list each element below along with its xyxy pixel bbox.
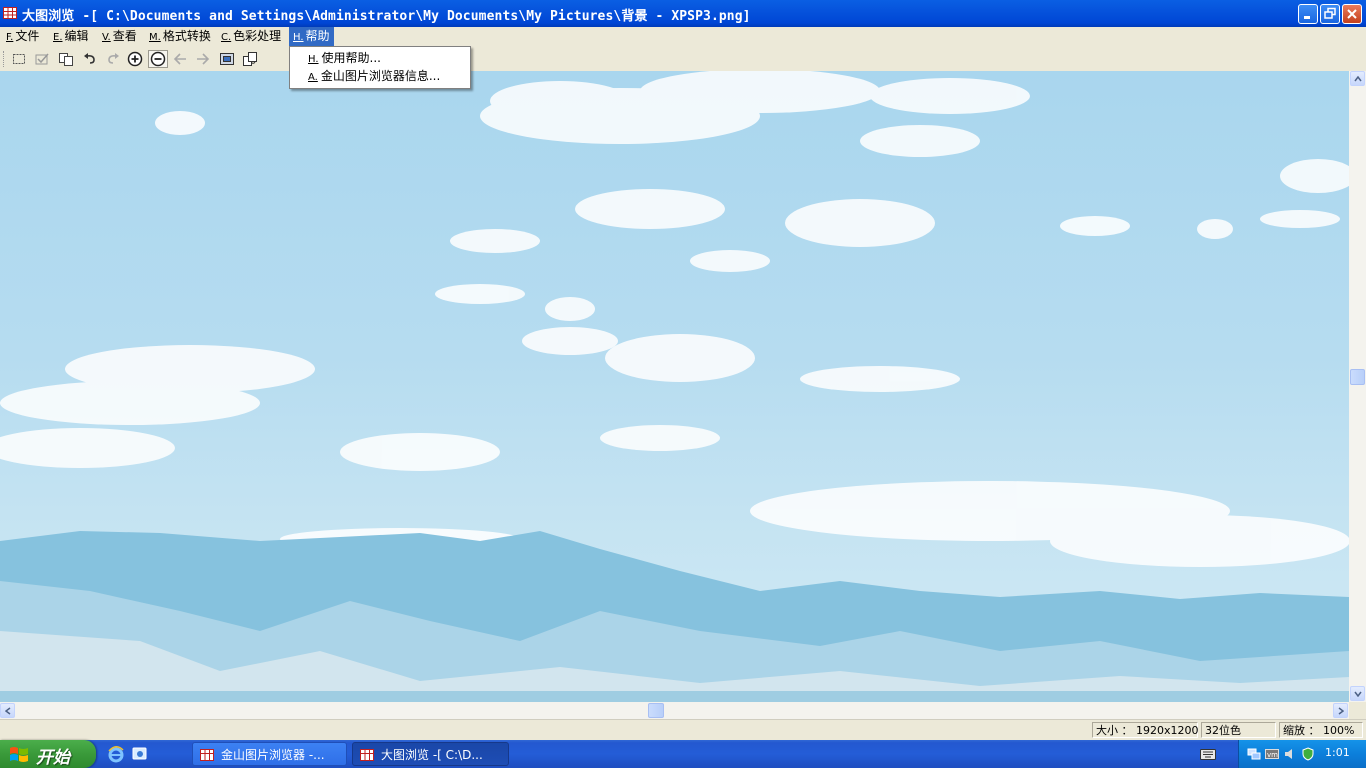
copy-icon [59, 53, 73, 66]
undo-button[interactable] [80, 50, 100, 68]
fit-window-button[interactable] [217, 50, 237, 68]
copy-button[interactable] [56, 50, 76, 68]
minimize-button[interactable] [1298, 4, 1318, 24]
restore-button[interactable] [1320, 4, 1340, 24]
menu-label: 编辑 [64, 29, 89, 43]
menu-format-convert[interactable]: M. 格式转换 [145, 27, 215, 47]
vmware-tools-icon[interactable]: vm [1265, 747, 1279, 761]
task-button-kingsoft-viewer[interactable]: 金山图片浏览器 -... [192, 742, 347, 766]
scroll-left-button[interactable] [0, 703, 15, 718]
status-zoom: 缩放 ： 100% [1279, 722, 1363, 738]
zoom-in-button[interactable] [125, 50, 145, 68]
menu-item-about[interactable]: A. 金山图片浏览器信息... [308, 67, 440, 85]
menu-label: 色彩处理 [233, 29, 282, 43]
chevron-left-icon [4, 706, 10, 715]
status-bar: 大小 ： 1920x1200 32位色 缩放 ： 100% [0, 719, 1366, 741]
app-icon [200, 749, 214, 761]
chevron-down-icon [1353, 691, 1362, 697]
restore-icon [1324, 7, 1336, 19]
scroll-right-button[interactable] [1333, 703, 1348, 718]
keyboard-icon[interactable] [1200, 749, 1216, 760]
windows-logo-icon [10, 747, 28, 762]
app-icon [3, 7, 17, 19]
start-button[interactable]: 开始 [0, 740, 96, 768]
vertical-scroll-thumb[interactable] [1350, 369, 1365, 385]
menu-edit[interactable]: E. 编辑 [49, 27, 93, 47]
chevron-right-icon [1338, 706, 1344, 715]
status-color-depth: 32位色 [1201, 722, 1276, 738]
rotate-icon [243, 52, 257, 66]
zoom-in-icon [127, 51, 143, 67]
menu-label: 帮助 [305, 29, 330, 43]
menu-accelerator: C. [221, 32, 232, 43]
title-bar[interactable]: 大图浏览 -[ C:\Documents and Settings\Admini… [0, 0, 1366, 27]
menu-label: 金山图片浏览器信息... [320, 69, 441, 83]
menu-accelerator: V. [102, 32, 111, 43]
task-label: 大图浏览 -[ C:\D... [381, 748, 483, 762]
zoom-out-button[interactable] [148, 50, 168, 68]
menu-accelerator: H. [308, 54, 319, 65]
app-icon [360, 749, 374, 761]
system-tray: vm 1:01 [1238, 740, 1366, 768]
close-icon [1347, 9, 1357, 19]
rotate-button[interactable] [240, 50, 260, 68]
clock: 1:01 [1325, 746, 1350, 759]
menu-accelerator: H. [293, 32, 304, 43]
check-icon [35, 53, 49, 65]
zoom-out-icon [150, 51, 166, 67]
next-arrow-icon [197, 53, 210, 65]
help-dropdown: H. 使用帮助... A. 金山图片浏览器信息... [289, 46, 471, 89]
check-button[interactable] [32, 50, 52, 68]
menu-item-usage-help[interactable]: H. 使用帮助... [308, 49, 381, 67]
internet-explorer-icon[interactable] [107, 745, 125, 763]
window-title: 大图浏览 -[ C:\Documents and Settings\Admini… [22, 9, 751, 24]
select-rect-button[interactable] [9, 50, 29, 68]
select-rect-icon [13, 54, 25, 64]
menu-label: 使用帮助... [321, 51, 381, 65]
menu-label: 文件 [15, 29, 40, 43]
menu-accelerator: A. [308, 72, 318, 83]
next-image-button[interactable] [193, 50, 213, 68]
menu-accelerator: E. [53, 32, 63, 43]
task-label: 金山图片浏览器 -... [221, 748, 325, 762]
image-viewport[interactable] [0, 71, 1349, 702]
fit-window-icon [220, 53, 234, 65]
close-button[interactable] [1342, 4, 1362, 24]
toolbar-grip[interactable] [3, 51, 7, 67]
previous-image-button[interactable] [170, 50, 190, 68]
menu-accelerator: F. [6, 32, 14, 43]
horizontal-scroll-thumb[interactable] [648, 703, 664, 718]
minimize-icon [1304, 16, 1310, 19]
volume-icon[interactable] [1283, 747, 1297, 761]
task-button-large-view[interactable]: 大图浏览 -[ C:\D... [352, 742, 509, 766]
menu-label: 查看 [112, 29, 137, 43]
menu-label: 格式转换 [162, 29, 211, 43]
start-label: 开始 [36, 748, 70, 768]
chevron-up-icon [1353, 75, 1362, 81]
svg-text:vm: vm [1267, 751, 1278, 759]
network-icon[interactable] [1247, 747, 1261, 761]
scroll-corner [1349, 702, 1366, 719]
redo-icon [108, 53, 119, 64]
status-image-size: 大小 ： 1920x1200 [1092, 722, 1199, 738]
security-shield-icon[interactable] [1301, 747, 1315, 761]
horizontal-scrollbar[interactable] [0, 702, 1349, 719]
undo-icon [84, 53, 95, 64]
menu-accelerator: M. [149, 32, 161, 43]
redo-button[interactable] [103, 50, 123, 68]
taskbar: 开始 金山图片浏览器 -... 大图浏览 -[ C:\D... vm 1:01 [0, 740, 1366, 768]
menu-file[interactable]: F. 文件 [2, 27, 43, 47]
background-image [0, 71, 1349, 702]
menu-view[interactable]: V. 查看 [98, 27, 141, 47]
scroll-down-button[interactable] [1350, 686, 1365, 701]
toolbar [0, 47, 1366, 71]
menu-color-process[interactable]: C. 色彩处理 [217, 27, 285, 47]
menu-help[interactable]: H. 帮助 [289, 27, 334, 47]
vertical-scrollbar[interactable] [1349, 71, 1366, 702]
prev-arrow-icon [173, 53, 186, 65]
menu-bar: F. 文件 E. 编辑 V. 查看 M. 格式转换 C. 色彩处理 H. 帮助 [0, 27, 1366, 47]
show-desktop-icon[interactable] [131, 745, 149, 763]
scroll-up-button[interactable] [1350, 71, 1365, 86]
